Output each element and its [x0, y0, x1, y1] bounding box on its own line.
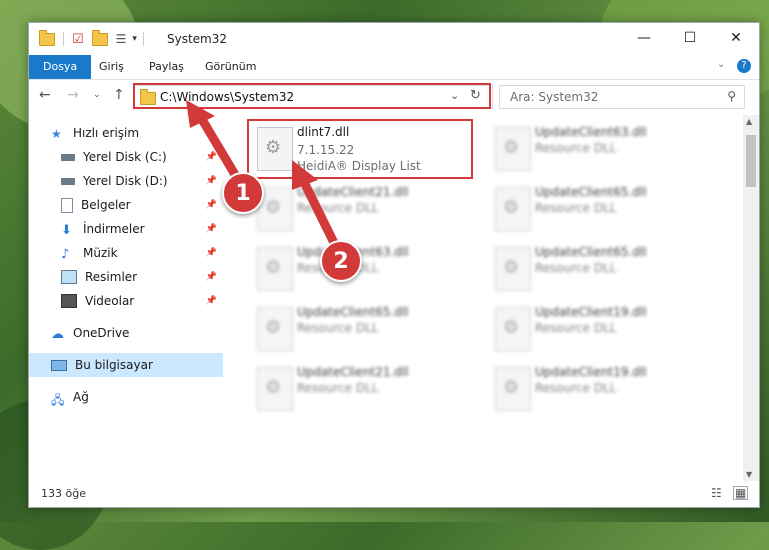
annotation-arrows: [186, 100, 345, 260]
callout-one: 1: [222, 172, 264, 214]
callout-two: 2: [320, 240, 362, 282]
